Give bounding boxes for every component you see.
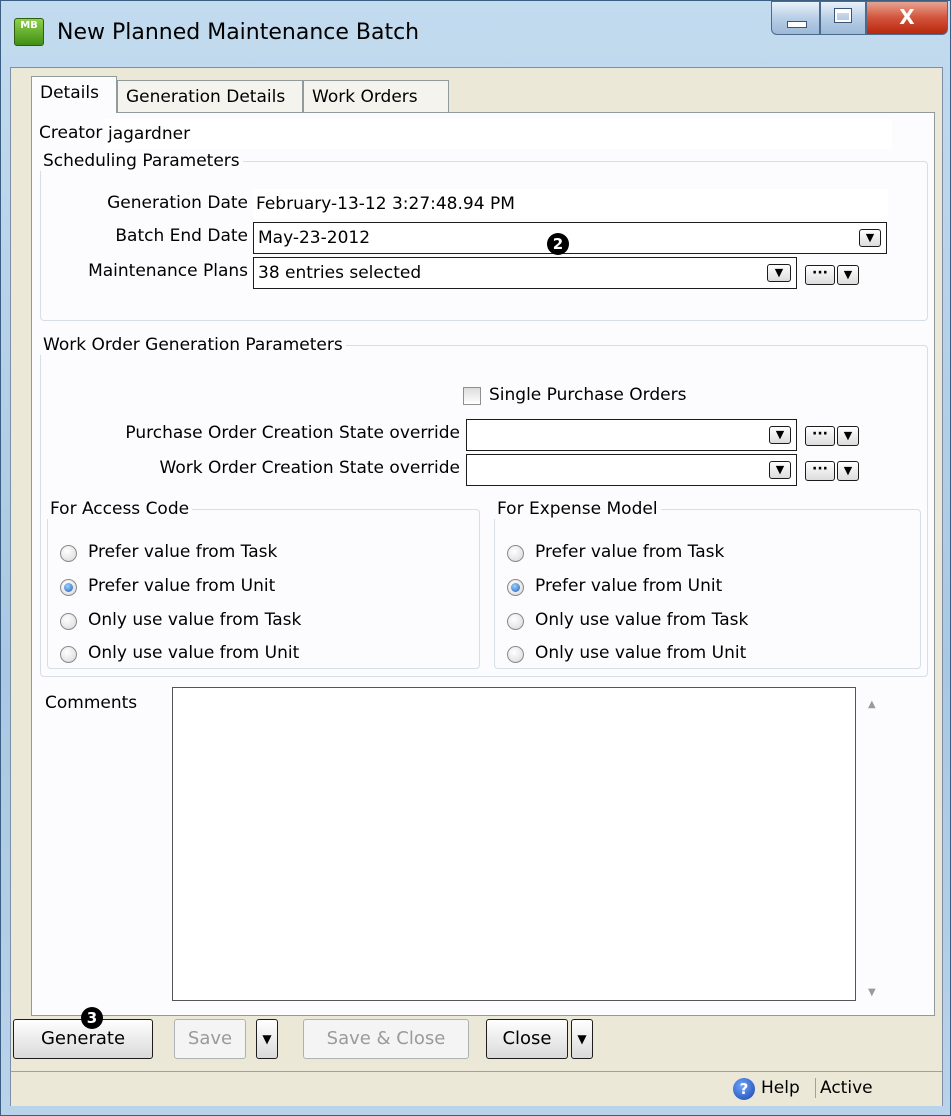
ellipsis-icon: ··· — [812, 265, 828, 281]
tab-work-orders[interactable]: Work Orders — [303, 80, 449, 112]
title-bar[interactable]: MB New Planned Maintenance Batch X — [1, 1, 951, 67]
expense-model-option-label: Only use value from Unit — [535, 643, 747, 663]
tab-generation-details[interactable]: Generation Details — [117, 80, 303, 112]
maintenance-plans-browse-button[interactable]: ··· — [805, 265, 835, 285]
access-code-legend: For Access Code — [47, 499, 193, 519]
app-icon-text: MB — [20, 20, 38, 31]
tab-details-label: Details — [40, 83, 99, 103]
batch-end-date-label: Batch End Date — [115, 226, 248, 246]
po-creation-state-dropdown-button[interactable]: ▼ — [769, 426, 791, 444]
window-title: New Planned Maintenance Batch — [57, 20, 420, 45]
help-icon[interactable]: ? — [733, 1078, 755, 1100]
single-purchase-orders-checkbox[interactable] — [463, 387, 481, 405]
window-controls: X — [771, 1, 948, 37]
minimize-button[interactable] — [771, 1, 820, 35]
tab-generation-details-label: Generation Details — [126, 87, 286, 107]
callout-badge-2: 2 — [547, 233, 569, 255]
po-creation-state-field[interactable]: ▼ — [466, 419, 797, 451]
comments-label: Comments — [45, 693, 138, 713]
access-code-option-label: Prefer value from Unit — [88, 576, 276, 596]
generate-button-label: Generate — [40, 1028, 126, 1049]
creator-value: jagardner — [105, 119, 892, 149]
scheduling-parameters-legend: Scheduling Parameters — [40, 151, 243, 171]
app-icon: MB — [14, 18, 44, 46]
dialog-client-area: Details Generation Details Work Orders C… — [10, 67, 943, 1106]
expense-model-legend: For Expense Model — [494, 499, 661, 519]
creator-label: Creator — [39, 123, 103, 143]
po-creation-state-menu-button[interactable]: ▼ — [837, 426, 859, 446]
generation-date-value: February-13-12 3:27:48.94 PM — [253, 189, 888, 219]
generation-date-label: Generation Date — [107, 193, 248, 213]
maximize-icon — [834, 8, 852, 23]
maintenance-plans-menu-button[interactable]: ▼ — [837, 265, 859, 285]
maintenance-plans-label: Maintenance Plans — [88, 261, 248, 281]
status-state: Active — [815, 1078, 873, 1098]
expense-model-option-label: Only use value from Task — [535, 610, 749, 630]
save-and-close-button[interactable]: Save & Close — [303, 1019, 469, 1059]
save-options-dropdown[interactable]: ▼ — [256, 1019, 278, 1059]
expense-model-option-label: Prefer value from Task — [535, 542, 725, 562]
close-button[interactable]: Close — [486, 1019, 568, 1059]
status-bar: ? Help Active — [11, 1071, 942, 1106]
expense-model-radio-only-unit[interactable] — [507, 646, 524, 663]
expense-model-option-label: Prefer value from Unit — [535, 576, 723, 596]
details-panel: Creator jagardner Scheduling Parameters … — [31, 112, 935, 1016]
single-purchase-orders-label: Single Purchase Orders — [489, 385, 687, 405]
minimize-icon — [787, 21, 807, 28]
maintenance-plans-value: 38 entries selected — [258, 263, 422, 283]
save-and-close-button-label: Save & Close — [326, 1028, 446, 1049]
access-code-radio-prefer-unit[interactable] — [60, 579, 77, 596]
save-button[interactable]: Save — [174, 1019, 246, 1059]
batch-end-date-dropdown-button[interactable]: ▼ — [859, 229, 881, 247]
batch-end-date-field[interactable]: May-23-2012 ▼ — [253, 222, 887, 254]
close-button-label: Close — [502, 1028, 552, 1049]
batch-end-date-value: May-23-2012 — [258, 228, 371, 248]
callout-badge-3: 3 — [81, 1007, 103, 1029]
access-code-option-label: Only use value from Task — [88, 610, 302, 630]
help-link[interactable]: Help — [761, 1078, 800, 1098]
close-options-dropdown[interactable]: ▼ — [571, 1019, 593, 1059]
access-code-radio-prefer-task[interactable] — [60, 545, 77, 562]
comments-scroll-up-icon[interactable]: ▲ — [868, 699, 876, 710]
wo-creation-state-menu-button[interactable]: ▼ — [837, 461, 859, 481]
wo-creation-state-field[interactable]: ▼ — [466, 454, 797, 486]
tab-details[interactable]: Details — [31, 76, 117, 113]
close-window-button[interactable]: X — [866, 1, 948, 35]
work-order-generation-legend: Work Order Generation Parameters — [40, 335, 346, 355]
po-creation-state-label: Purchase Order Creation State override — [125, 423, 460, 443]
access-code-radio-only-unit[interactable] — [60, 646, 77, 663]
dialog-window: MB New Planned Maintenance Batch X Detai… — [0, 0, 951, 1116]
ellipsis-icon: ··· — [812, 461, 828, 477]
comments-textarea[interactable] — [172, 687, 856, 1001]
access-code-option-label: Prefer value from Task — [88, 542, 278, 562]
close-icon: X — [899, 5, 915, 29]
wo-creation-state-dropdown-button[interactable]: ▼ — [769, 461, 791, 479]
maintenance-plans-multiselect-icon[interactable]: ▼ — [767, 264, 791, 282]
maximize-button[interactable] — [820, 1, 866, 35]
access-code-option-label: Only use value from Unit — [88, 643, 300, 663]
tab-work-orders-label: Work Orders — [312, 87, 418, 107]
expense-model-radio-prefer-task[interactable] — [507, 545, 524, 562]
wo-creation-state-browse-button[interactable]: ··· — [805, 461, 835, 481]
comments-scroll-down-icon[interactable]: ▼ — [868, 987, 876, 998]
ellipsis-icon: ··· — [812, 426, 828, 442]
expense-model-radio-prefer-unit[interactable] — [507, 579, 524, 596]
save-button-label: Save — [187, 1028, 233, 1049]
expense-model-radio-only-task[interactable] — [507, 613, 524, 630]
access-code-radio-only-task[interactable] — [60, 613, 77, 630]
po-creation-state-browse-button[interactable]: ··· — [805, 426, 835, 446]
maintenance-plans-field[interactable]: 38 entries selected ▼ — [253, 257, 797, 289]
wo-creation-state-label: Work Order Creation State override — [159, 458, 460, 478]
